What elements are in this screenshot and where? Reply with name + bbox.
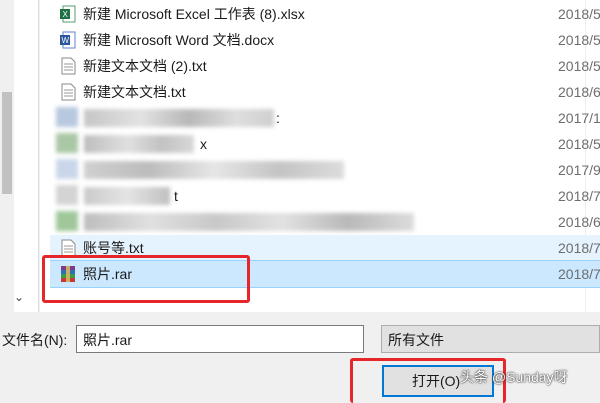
file-name-fragment: :	[276, 110, 280, 126]
blurred-text	[84, 187, 170, 205]
text-file-icon	[61, 57, 76, 75]
file-name-fragment: t	[174, 188, 178, 204]
file-date: 2018/7	[558, 188, 600, 204]
blurred-text	[84, 109, 274, 127]
chevron-down-icon[interactable]: ⌄	[83, 331, 357, 349]
filetype-value: 所有文件	[388, 332, 444, 348]
file-row[interactable]: W 新建 Microsoft Word 文档.docx 2018/5	[50, 27, 600, 53]
chevron-down-icon[interactable]: ⌄	[13, 290, 25, 304]
blurred-text	[84, 213, 414, 231]
word-icon: W	[60, 31, 76, 49]
excel-icon: X	[60, 5, 76, 23]
blurred-icon	[56, 159, 78, 179]
selected-file-highlight	[42, 255, 250, 303]
file-row-blurred[interactable]: t 2018/7	[50, 183, 600, 209]
file-date: 2017/1	[558, 110, 600, 126]
blurred-text	[84, 135, 194, 153]
file-row[interactable]: X 新建 Microsoft Excel 工作表 (8).xlsx 2018/5	[50, 1, 600, 27]
file-row-blurred[interactable]: : 2017/1	[50, 105, 600, 131]
file-row-blurred[interactable]: 2018/6	[50, 209, 600, 235]
text-file-icon	[61, 83, 76, 101]
blurred-icon	[56, 107, 78, 127]
scrollbar-thumb[interactable]	[2, 92, 12, 194]
file-name: 新建文本文档.txt	[83, 84, 186, 100]
file-date: 2018/5	[558, 136, 600, 152]
file-date: 2018/6	[558, 214, 600, 230]
filetype-select[interactable]: 所有文件	[381, 325, 600, 353]
dialog-footer: 文件名(N): 照片.rar ⌄ 所有文件 打开(O)	[0, 312, 600, 400]
file-name: 新建 Microsoft Excel 工作表 (8).xlsx	[83, 6, 305, 22]
blurred-icon	[56, 185, 78, 205]
file-date: 2018/5	[558, 58, 600, 74]
file-date: 2018/7	[558, 266, 600, 282]
file-name-fragment: x	[200, 136, 207, 152]
file-row-blurred[interactable]: x 2018/5	[50, 131, 600, 157]
blurred-icon	[56, 211, 78, 231]
navigation-pane[interactable]: ⌄	[0, 0, 39, 312]
file-date: 2017/9	[558, 162, 600, 178]
file-date: 2018/5	[558, 32, 600, 48]
watermark-text: 头条 @Sunday呀	[460, 369, 568, 385]
file-date: 2018/5	[558, 6, 600, 22]
file-date: 2018/6	[558, 84, 600, 100]
svg-text:X: X	[63, 10, 69, 19]
file-name: 新建 Microsoft Word 文档.docx	[83, 32, 275, 48]
file-date: 2018/7	[558, 240, 600, 256]
navigation-scrollbar[interactable]	[0, 0, 14, 312]
blurred-text	[84, 161, 344, 179]
filename-label: 文件名(N):	[2, 332, 68, 348]
file-row-blurred[interactable]: 2017/9	[50, 157, 600, 183]
file-name: 新建文本文档 (2).txt	[83, 58, 207, 74]
svg-text:W: W	[62, 36, 70, 45]
file-row[interactable]: 新建文本文档.txt 2018/6	[50, 79, 600, 105]
filename-input[interactable]: 照片.rar ⌄	[76, 325, 364, 353]
file-row[interactable]: 新建文本文档 (2).txt 2018/5	[50, 53, 600, 79]
blurred-icon	[56, 133, 78, 153]
